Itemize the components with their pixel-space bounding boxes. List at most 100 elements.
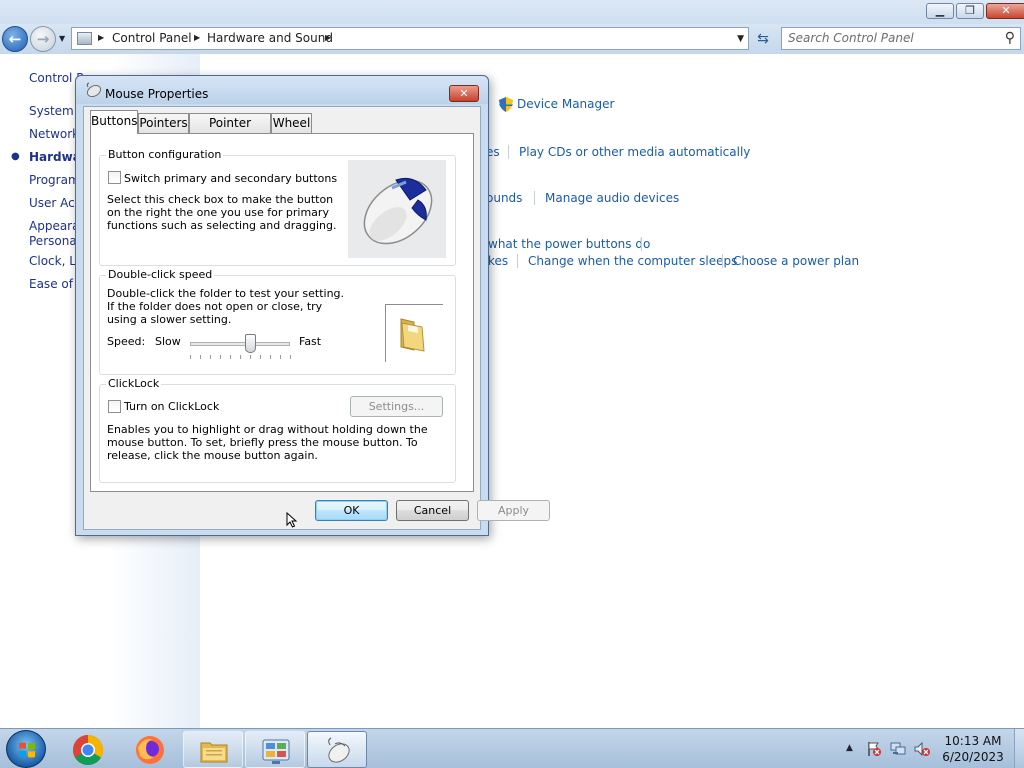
clock-time[interactable]: 10:13 AM <box>934 734 1012 748</box>
nav-appearance[interactable]: Appeara <box>29 219 79 233</box>
nav-network[interactable]: Network <box>29 127 79 141</box>
recent-pages-dropdown-icon[interactable]: ▼ <box>59 34 65 43</box>
nav-programs[interactable]: Program <box>29 173 80 187</box>
slider-tick <box>280 355 281 359</box>
breadcrumb-arrow-icon[interactable]: ▶ <box>98 33 104 42</box>
group-label-clicklock: ClickLock <box>106 377 162 390</box>
volume-muted-icon[interactable] <box>914 741 930 757</box>
separator <box>641 237 642 251</box>
link-partial-wakes[interactable]: kes <box>488 254 508 268</box>
switch-buttons-label[interactable]: Switch primary and secondary buttons <box>124 172 337 185</box>
address-dropdown-icon[interactable]: ▼ <box>737 34 744 44</box>
separator <box>534 191 535 205</box>
group-double-click-speed: Double-click speed Double-click the fold… <box>99 268 456 375</box>
back-button[interactable]: ← <box>2 26 28 52</box>
forward-button[interactable]: → <box>30 26 56 52</box>
clock-date[interactable]: 6/20/2023 <box>934 750 1012 764</box>
show-hidden-icons-button[interactable]: ▲ <box>846 743 853 753</box>
link-power-buttons[interactable]: what the power buttons do <box>488 237 650 251</box>
breadcrumb-control-panel[interactable]: Control Panel <box>112 31 192 45</box>
file-explorer-icon <box>200 742 228 763</box>
breadcrumb-arrow-icon[interactable]: ▶ <box>194 33 200 42</box>
double-click-description: Double-click the folder to test your set… <box>107 287 345 326</box>
clicklock-checkbox[interactable] <box>108 400 121 413</box>
apply-button[interactable]: Apply <box>477 500 550 521</box>
slider-tick <box>210 355 211 359</box>
tab-wheel[interactable]: Wheel <box>271 113 312 133</box>
mouse-cursor-icon <box>286 512 298 528</box>
search-box[interactable]: ⚲ <box>781 27 1021 50</box>
tab-pointer-options[interactable]: Pointer Options <box>189 113 271 149</box>
taskbar-firefox[interactable] <box>120 731 180 768</box>
dialog-close-button[interactable]: ✕ <box>449 85 479 102</box>
active-bullet-icon: ● <box>11 151 20 162</box>
group-label-double-click-speed: Double-click speed <box>106 268 215 281</box>
chrome-icon <box>72 735 104 766</box>
search-icon[interactable]: ⚲ <box>1005 30 1015 46</box>
taskbar-chrome[interactable] <box>58 731 118 768</box>
breadcrumb-arrow-icon[interactable]: ▶ <box>325 33 331 42</box>
control-panel-icon <box>77 32 92 45</box>
mouse-properties-dialog: Mouse Properties ✕ Buttons Pointers Poin… <box>75 75 550 536</box>
mouse-properties-icon <box>328 737 350 763</box>
separator <box>722 254 723 268</box>
nav-personalization[interactable]: Personal <box>29 234 80 248</box>
close-window-button[interactable]: ✕ <box>986 3 1024 19</box>
tab-buttons[interactable]: Buttons <box>90 110 138 134</box>
restore-button[interactable]: ❐ <box>956 3 984 19</box>
close-icon: ✕ <box>459 87 469 100</box>
clicklock-label[interactable]: Turn on ClickLock <box>124 400 219 413</box>
search-input[interactable] <box>788 31 988 45</box>
slow-label: Slow <box>155 335 181 348</box>
taskbar-control-panel[interactable] <box>245 731 305 768</box>
nav-user-accounts[interactable]: User Acc <box>29 196 81 210</box>
test-folder-area[interactable] <box>385 304 443 362</box>
slider-tick <box>290 355 291 359</box>
group-clicklock: ClickLock Turn on ClickLock Settings... … <box>99 377 456 483</box>
back-arrow-icon: ← <box>8 30 22 48</box>
slider-tick <box>260 355 261 359</box>
link-choose-power-plan[interactable]: Choose a power plan <box>733 254 859 268</box>
slider-tick <box>240 355 241 359</box>
mouse-icon <box>86 82 102 98</box>
cancel-button[interactable]: Cancel <box>396 500 469 521</box>
control-panel-icon <box>262 739 290 764</box>
slider-tick <box>270 355 271 359</box>
restore-icon: ❐ <box>965 4 975 17</box>
separator <box>517 254 518 268</box>
link-device-manager[interactable]: Device Manager <box>517 97 614 111</box>
slider-tick <box>200 355 201 359</box>
firefox-icon <box>136 736 164 764</box>
slider-thumb[interactable] <box>245 334 256 353</box>
mouse-illustration <box>348 160 446 258</box>
minimize-button[interactable]: ▁ <box>926 3 954 19</box>
breadcrumb-hardware-and-sound[interactable]: Hardware and Sound <box>207 31 333 45</box>
group-button-configuration: Button configuration Switch primary and … <box>99 148 456 266</box>
clicklock-settings-button[interactable]: Settings... <box>350 396 443 417</box>
fast-label: Fast <box>299 335 322 348</box>
dialog-titlebar[interactable]: Mouse Properties ✕ <box>76 76 488 104</box>
switch-buttons-checkbox[interactable] <box>108 171 121 184</box>
link-manage-audio-devices[interactable]: Manage audio devices <box>545 191 679 205</box>
double-click-speed-slider[interactable] <box>190 342 290 346</box>
address-bar: ← → ▼ ▶ Control Panel ▶ Hardware and Sou… <box>0 24 1024 54</box>
slider-tick <box>250 355 251 359</box>
taskbar-file-explorer[interactable] <box>183 731 243 768</box>
address-field[interactable]: ▶ Control Panel ▶ Hardware and Sound ▶ ▼ <box>71 27 749 50</box>
link-computer-sleeps[interactable]: Change when the computer sleeps <box>528 254 737 268</box>
link-partial-sounds[interactable]: ounds <box>486 191 522 205</box>
speed-label: Speed: <box>107 335 146 348</box>
start-button[interactable] <box>6 730 46 768</box>
group-label-button-configuration: Button configuration <box>106 148 224 161</box>
show-desktop-button[interactable] <box>1014 729 1024 768</box>
link-play-cds[interactable]: Play CDs or other media automatically <box>519 145 750 159</box>
taskbar-mouse-properties[interactable] <box>307 731 367 768</box>
network-icon[interactable] <box>890 741 906 757</box>
action-center-icon[interactable] <box>866 741 882 757</box>
ok-button[interactable]: OK <box>315 500 388 521</box>
minimize-icon: ▁ <box>935 4 945 17</box>
close-icon: ✕ <box>1001 4 1011 17</box>
tab-pointers[interactable]: Pointers <box>138 113 189 133</box>
refresh-button[interactable]: ⇆ <box>752 29 774 49</box>
tab-panel-buttons: Button configuration Switch primary and … <box>90 133 474 492</box>
